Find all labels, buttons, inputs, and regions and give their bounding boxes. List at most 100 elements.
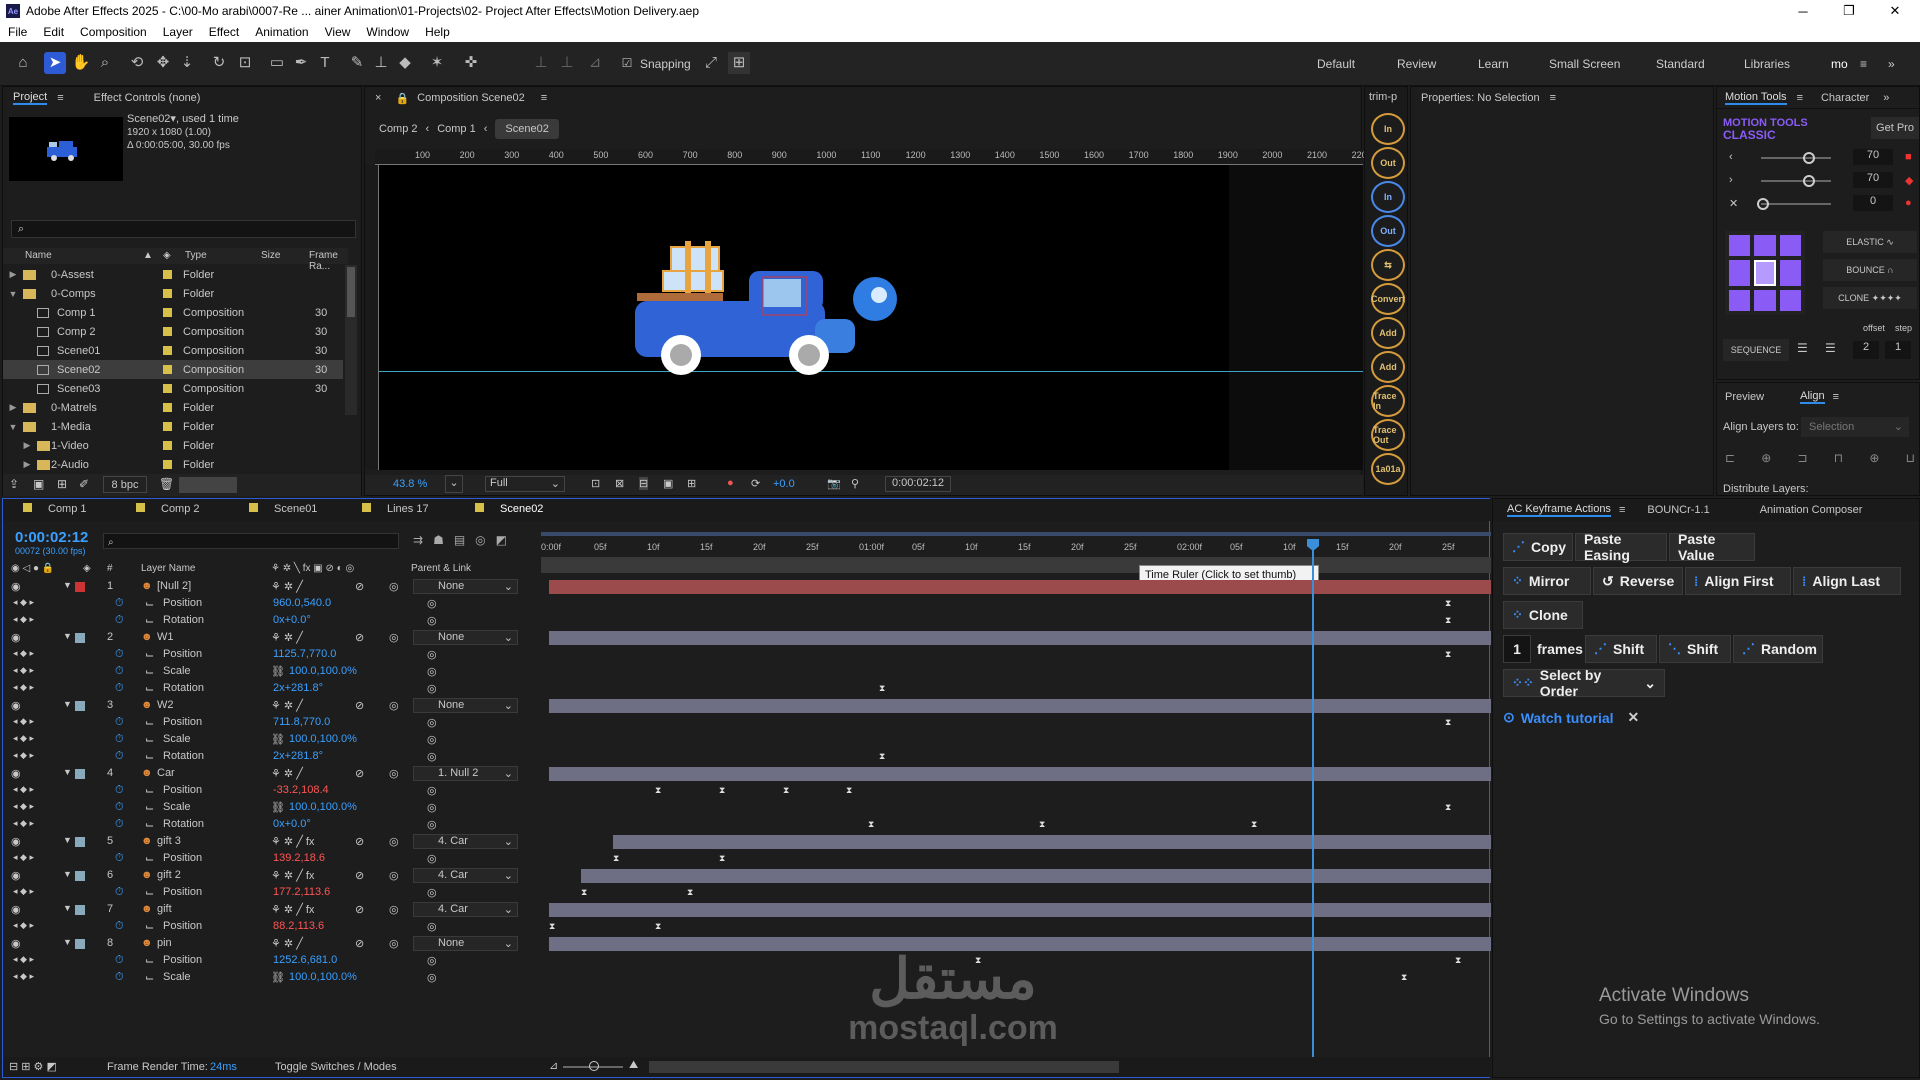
label-color[interactable]: [163, 403, 172, 412]
constrain-link-icon[interactable]: ⛓: [271, 733, 285, 746]
constrain-link-icon[interactable]: ⛓: [271, 971, 285, 984]
collapse-icon[interactable]: ▼: [63, 835, 72, 845]
layer-switches[interactable]: ⚘ ✲ ╱: [271, 631, 303, 644]
label-color[interactable]: [163, 441, 172, 450]
axis-world-icon[interactable]: ⊥: [556, 52, 578, 74]
label-color[interactable]: [163, 327, 172, 336]
paste-value-button[interactable]: Paste Value: [1669, 531, 1755, 563]
layer-name[interactable]: W1: [157, 631, 174, 643]
keyframe-icon[interactable]: ⧗: [783, 785, 791, 795]
region-icon[interactable]: ▣: [663, 477, 673, 490]
interpret-footage-icon[interactable]: ⇪: [9, 477, 19, 491]
keyframe-icon[interactable]: ⧗: [1455, 955, 1463, 965]
slider1-handle[interactable]: [1803, 152, 1815, 164]
settings-icon[interactable]: ✐: [79, 477, 89, 491]
text-tool-icon[interactable]: T: [314, 52, 336, 74]
keyframe-nav-icons[interactable]: ◂ ◆ ▸: [13, 801, 34, 812]
layer-name[interactable]: gift: [157, 903, 172, 915]
motion-menu-icon[interactable]: ≡: [1797, 92, 1803, 104]
pickwhip-icon[interactable]: ◎: [389, 903, 399, 916]
workspace-default[interactable]: Default: [1317, 57, 1355, 71]
mask-visibility-icon[interactable]: ⊟: [639, 477, 649, 490]
layer-name[interactable]: [Null 2]: [157, 580, 191, 592]
expression-icon[interactable]: ◎: [427, 784, 437, 797]
keyframe-nav-icons[interactable]: ◂ ◆ ▸: [13, 784, 34, 795]
keyframe-icon[interactable]: ⧗: [1445, 649, 1453, 659]
pickwhip-icon[interactable]: ◎: [389, 631, 399, 644]
layer-label-color[interactable]: [75, 905, 85, 915]
trim-button[interactable]: Add: [1371, 351, 1405, 383]
layer-row[interactable]: ◉ ▼ 7 ☻ gift ⚘ ✲ ╱ fx ⊘ ◎ 4. Car ⌄: [3, 902, 1493, 919]
reset-exposure-icon[interactable]: ⟳: [751, 477, 760, 490]
visibility-icon[interactable]: ◉: [11, 835, 21, 848]
align-menu-icon[interactable]: ≡: [1833, 391, 1839, 403]
visibility-icon[interactable]: ◉: [11, 580, 21, 593]
property-row[interactable]: ◂ ◆ ▸ ⏱ ⌙ Position 177.2,113.6 ◎ ⧗ ⧗: [3, 885, 1493, 902]
layer-label-color[interactable]: [75, 633, 85, 643]
copy-button[interactable]: ⋰ Copy: [1503, 533, 1573, 561]
home-icon[interactable]: ⌂: [12, 52, 34, 74]
align-right-icon[interactable]: ⊐: [1798, 451, 1808, 465]
keyframe-nav-icons[interactable]: ◂ ◆ ▸: [13, 682, 34, 693]
shift-forward-button[interactable]: ⋱ Shift: [1659, 635, 1731, 663]
expression-icon[interactable]: ◎: [427, 597, 437, 610]
keyframe-nav-icons[interactable]: ◂ ◆ ▸: [13, 716, 34, 727]
layer-row[interactable]: ◉ ▼ 5 ☻ gift 3 ⚘ ✲ ╱ fx ⊘ ◎ 4. Car ⌄: [3, 834, 1493, 851]
new-folder-icon[interactable]: ▣: [33, 477, 44, 491]
property-row[interactable]: ◂ ◆ ▸ ⏱ ⌙ Scale ⛓ 100.0,100.0% ◎ ⧗: [3, 970, 1493, 987]
zoom-dropdown-icon[interactable]: ⌄: [445, 475, 463, 493]
comp-menu-icon[interactable]: ≡: [541, 92, 547, 104]
property-row[interactable]: ◂ ◆ ▸ ⏱ ⌙ Position -33.2,108.4 ◎ ⧗ ⧗ ⧗ ⧗: [3, 783, 1493, 800]
layer-label-color[interactable]: [75, 582, 85, 592]
rectangle-tool-icon[interactable]: ▭: [266, 52, 288, 74]
slider3-value[interactable]: 0: [1853, 195, 1893, 211]
layer-row[interactable]: ◉ ▼ 8 ☻ pin ⚘ ✲ ╱ ⊘ ◎ None ⌄: [3, 936, 1493, 953]
expand-icon[interactable]: ▶: [21, 459, 33, 470]
slider3-handle[interactable]: [1757, 198, 1769, 210]
graph-icon[interactable]: ⌙: [145, 954, 154, 967]
property-row[interactable]: ◂ ◆ ▸ ⏱ ⌙ Position 1252.6,681.0 ◎ ⧗ ⧗: [3, 953, 1493, 970]
property-row[interactable]: ◂ ◆ ▸ ⏱ ⌙ Rotation 2x+281.8° ◎ ⧗: [3, 681, 1493, 698]
trim-button[interactable]: Trace Out: [1371, 419, 1405, 451]
collapse-icon[interactable]: ▼: [63, 767, 72, 777]
layer-row[interactable]: ◉ ▼ 6 ☻ gift 2 ⚘ ✲ ╱ fx ⊘ ◎ 4. Car ⌄: [3, 868, 1493, 885]
align-left-icon[interactable]: ⊏: [1725, 451, 1735, 465]
property-row[interactable]: ◂ ◆ ▸ ⏱ ⌙ Position 88.2,113.6 ◎ ⧗ ⧗: [3, 919, 1493, 936]
keyframe-icon[interactable]: ⧗: [581, 887, 589, 897]
menu-composition[interactable]: Composition: [72, 25, 155, 39]
expression-icon[interactable]: ◎: [427, 648, 437, 661]
brush-tool-icon[interactable]: ✎: [346, 52, 368, 74]
timeline-scrollbar[interactable]: [649, 1061, 1119, 1073]
graph-icon[interactable]: ⌙: [145, 648, 154, 661]
keyframe-icon[interactable]: ⧗: [655, 921, 663, 931]
layer-blend-icon[interactable]: ⊘: [355, 903, 364, 916]
property-value[interactable]: 0x+0.0°: [273, 614, 311, 626]
new-comp-icon[interactable]: ⊞: [57, 477, 67, 491]
expression-icon[interactable]: ◎: [427, 852, 437, 865]
project-item[interactable]: ▼ 1-Media Folder: [3, 417, 343, 436]
expand-icon[interactable]: ▶: [7, 402, 19, 413]
graph-icon[interactable]: ⌙: [145, 665, 154, 678]
align-first-button[interactable]: ⁞ Align First: [1685, 567, 1791, 595]
expression-icon[interactable]: ◎: [427, 971, 437, 984]
workspace-small-screen[interactable]: Small Screen: [1549, 57, 1620, 71]
workspace-learn[interactable]: Learn: [1478, 57, 1509, 71]
visibility-icon[interactable]: ◉: [11, 631, 21, 644]
tab-composition[interactable]: Composition Scene02: [417, 92, 525, 104]
parent-select[interactable]: None ⌄: [413, 698, 518, 713]
keyframe-icon[interactable]: ⧗: [1039, 819, 1047, 829]
pickwhip-icon[interactable]: ◎: [389, 869, 399, 882]
trim-button[interactable]: Out: [1371, 147, 1405, 179]
timeline-tab[interactable]: Scene01: [249, 503, 317, 515]
expand-icon[interactable]: ▶: [21, 440, 33, 451]
layer-blend-icon[interactable]: ⊘: [355, 835, 364, 848]
graph-icon[interactable]: ⌙: [145, 614, 154, 627]
comp-canvas[interactable]: [379, 165, 1363, 470]
property-row[interactable]: ◂ ◆ ▸ ⏱ ⌙ Position 960.0,540.0 ◎ ⧗: [3, 596, 1493, 613]
frames-input[interactable]: 1: [1503, 635, 1531, 663]
snapping-checkbox[interactable]: ☑: [616, 52, 638, 74]
property-row[interactable]: ◂ ◆ ▸ ⏱ ⌙ Scale ⛓ 100.0,100.0% ◎ ⧗: [3, 800, 1493, 817]
fast-previews-icon[interactable]: ⊡: [591, 477, 600, 490]
layer-switches[interactable]: ⚘ ✲ ╱ fx: [271, 835, 314, 848]
chevron-right-icon[interactable]: ›: [1729, 174, 1733, 186]
